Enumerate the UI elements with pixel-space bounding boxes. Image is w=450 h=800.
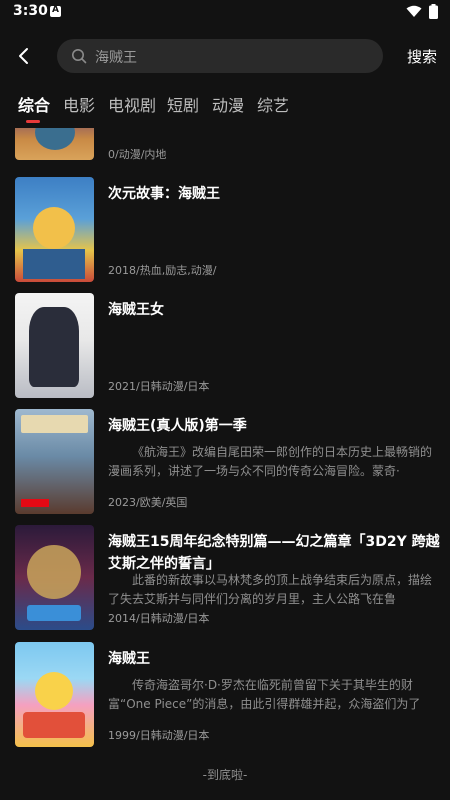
result-title[interactable]: 次元故事：海贼王 bbox=[108, 183, 440, 205]
result-title[interactable]: 海贼王女 bbox=[108, 299, 440, 321]
result-item[interactable]: 海贼王女 2021/日韩动漫/日本 bbox=[0, 293, 450, 398]
result-title[interactable]: 海贼王15周年纪念特别篇——幻之篇章「3D2Y 跨越艾斯之伴的誓言」 bbox=[108, 531, 440, 575]
poster-image[interactable] bbox=[15, 525, 94, 630]
back-arrow-icon bbox=[19, 48, 28, 64]
search-header: 海贼王 搜索 bbox=[0, 35, 450, 77]
result-item[interactable]: 海贼王 传奇海盗哥尔·D·罗杰在临死前曾留下关于其毕生的财富“One Piece… bbox=[0, 642, 450, 747]
result-item[interactable]: 海贼王(真人版)第一季 《航海王》改编自尾田荣一郎创作的日本历史上最畅销的漫画系… bbox=[0, 409, 450, 514]
results-list: 0/动漫/内地 次元故事：海贼王 2018/热血,励志,动漫/ 海贼王女 202… bbox=[0, 128, 450, 800]
end-of-list-text: -到底啦- bbox=[202, 768, 248, 782]
back-button[interactable] bbox=[12, 43, 38, 69]
result-item[interactable]: 次元故事：海贼王 2018/热血,励志,动漫/ bbox=[0, 177, 450, 282]
result-meta: 2021/日韩动漫/日本 bbox=[108, 380, 210, 393]
result-meta: 0/动漫/内地 bbox=[108, 148, 167, 161]
result-item[interactable]: 海贼王15周年纪念特别篇——幻之篇章「3D2Y 跨越艾斯之伴的誓言」 此番的新故… bbox=[0, 525, 450, 630]
search-button[interactable]: 搜索 bbox=[407, 46, 437, 67]
result-meta: 2023/欧美/英国 bbox=[108, 496, 188, 509]
notification-icon bbox=[50, 5, 61, 17]
active-tab-indicator bbox=[26, 120, 40, 123]
tab-short-drama[interactable]: 短剧 bbox=[167, 92, 199, 116]
search-query[interactable]: 海贼王 bbox=[95, 47, 137, 67]
result-meta: 1999/日韩动漫/日本 bbox=[108, 729, 210, 742]
search-icon bbox=[72, 49, 87, 64]
tab-anime[interactable]: 动漫 bbox=[212, 92, 244, 116]
result-description: 此番的新故事以马林梵多的顶上战争结束后为原点，描绘了失去艾斯并与同伴们分离的岁月… bbox=[108, 573, 433, 606]
poster-image[interactable] bbox=[15, 293, 94, 398]
result-description: 《航海王》改编自尾田荣一郎创作的日本历史上最畅销的漫画系列，讲述了一场与众不同的… bbox=[108, 445, 433, 478]
result-item[interactable]: 0/动漫/内地 bbox=[0, 128, 450, 167]
status-bar: 3:30 bbox=[0, 0, 450, 24]
battery-icon bbox=[429, 4, 438, 19]
poster-image[interactable] bbox=[15, 409, 94, 514]
tab-all[interactable]: 综合 bbox=[18, 92, 50, 116]
category-tabs: 综合 电影 电视剧 短剧 动漫 综艺 bbox=[0, 92, 450, 128]
tab-tv-series[interactable]: 电视剧 bbox=[108, 92, 156, 116]
tab-variety[interactable]: 综艺 bbox=[257, 92, 289, 116]
result-description: 传奇海盗哥尔·D·罗杰在临死前曾留下关于其毕生的财富“One Piece”的消息… bbox=[108, 678, 421, 711]
status-time: 3:30 bbox=[13, 3, 48, 19]
tab-movie[interactable]: 电影 bbox=[63, 92, 95, 116]
result-meta: 2014/日韩动漫/日本 bbox=[108, 612, 210, 625]
poster-image[interactable] bbox=[15, 642, 94, 747]
result-title[interactable]: 海贼王(真人版)第一季 bbox=[108, 415, 440, 437]
result-meta: 2018/热血,励志,动漫/ bbox=[108, 264, 217, 277]
search-input[interactable]: 海贼王 bbox=[57, 39, 383, 73]
poster-image[interactable] bbox=[15, 128, 94, 160]
result-title[interactable]: 海贼王 bbox=[108, 648, 440, 670]
poster-image[interactable] bbox=[15, 177, 94, 282]
wifi-icon bbox=[406, 5, 422, 17]
